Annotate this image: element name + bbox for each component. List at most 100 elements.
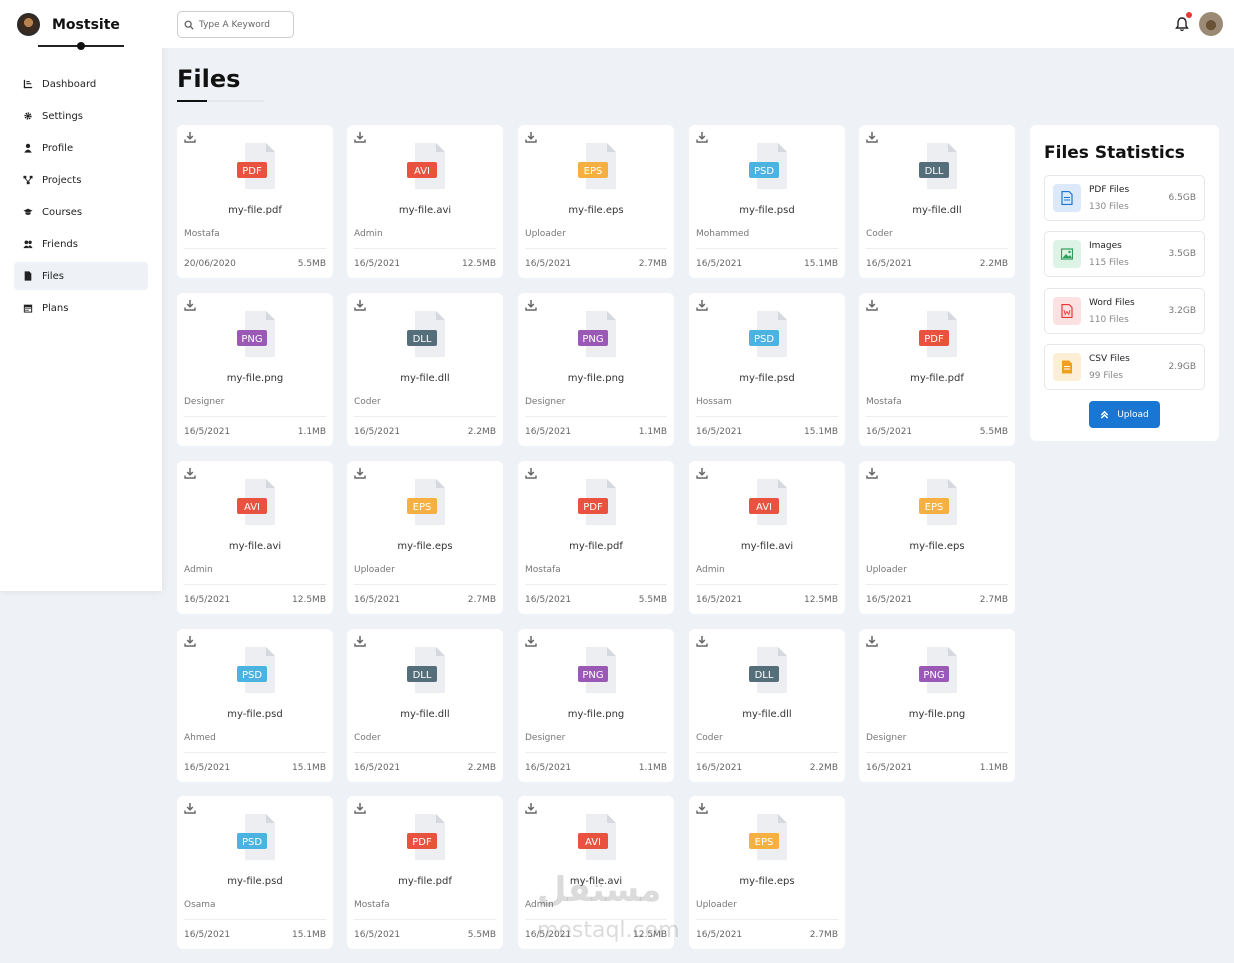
sidebar-item-label: Profile bbox=[42, 142, 74, 154]
file-card[interactable]: PSD my-file.psd Mohammed 16/5/2021 15.1MB bbox=[689, 125, 845, 278]
file-card[interactable]: DLL my-file.dll Coder 16/5/2021 2.2MB bbox=[859, 125, 1015, 278]
download-icon[interactable] bbox=[696, 802, 708, 814]
file-owner: Admin bbox=[354, 229, 383, 239]
file-card[interactable]: PSD my-file.psd Osama 16/5/2021 15.1MB bbox=[177, 796, 333, 949]
file-card[interactable]: PDF my-file.pdf Mostafa 16/5/2021 5.5MB bbox=[518, 461, 674, 614]
sidebar-item-courses[interactable]: Courses bbox=[14, 198, 148, 226]
file-date: 16/5/2021 bbox=[696, 259, 743, 269]
file-date: 16/5/2021 bbox=[184, 763, 231, 773]
file-card[interactable]: PDF my-file.pdf Mostafa 16/5/2021 5.5MB bbox=[859, 293, 1015, 446]
file-card[interactable]: AVI my-file.avi Admin 16/5/2021 12.5MB bbox=[347, 125, 503, 278]
stat-item[interactable]: PDF Files 130 Files 6.5GB bbox=[1044, 175, 1205, 221]
file-card[interactable]: PSD my-file.psd Hossam 16/5/2021 15.1MB bbox=[689, 293, 845, 446]
sidebar-item-label: Settings bbox=[42, 110, 84, 122]
svg-text:AVI: AVI bbox=[414, 166, 430, 177]
card-divider bbox=[525, 584, 667, 585]
search-input[interactable] bbox=[199, 19, 289, 30]
file-card[interactable]: PDF my-file.pdf Mostafa 20/06/2020 5.5MB bbox=[177, 125, 333, 278]
bell-icon[interactable] bbox=[1174, 16, 1190, 32]
svg-text:EPS: EPS bbox=[584, 166, 603, 177]
download-icon[interactable] bbox=[525, 131, 537, 143]
sidebar-item-settings[interactable]: Settings bbox=[14, 102, 148, 130]
file-card[interactable]: EPS my-file.eps Uploader 16/5/2021 2.7MB bbox=[518, 125, 674, 278]
files-statistics-panel: Files Statistics PDF Files 130 Files 6.5GB… bbox=[1030, 125, 1219, 441]
file-type-icon: AVI bbox=[407, 143, 445, 189]
search-box[interactable] bbox=[177, 11, 294, 38]
file-type-icon: PSD bbox=[237, 647, 275, 693]
file-size: 2.2MB bbox=[467, 763, 496, 773]
download-icon[interactable] bbox=[866, 131, 878, 143]
file-card[interactable]: DLL my-file.dll Coder 16/5/2021 2.2MB bbox=[347, 629, 503, 782]
stat-item[interactable]: Images 115 Files 3.5GB bbox=[1044, 231, 1205, 277]
download-icon[interactable] bbox=[184, 467, 196, 479]
sidebar-item-plans[interactable]: Plans bbox=[14, 294, 148, 322]
download-icon[interactable] bbox=[184, 299, 196, 311]
file-size: 5.5MB bbox=[638, 595, 667, 605]
file-date: 16/5/2021 bbox=[184, 930, 231, 940]
file-name: my-file.psd bbox=[227, 709, 283, 720]
upload-label: Upload bbox=[1117, 409, 1149, 420]
stat-item[interactable]: Word Files 110 Files 3.2GB bbox=[1044, 288, 1205, 334]
download-icon[interactable] bbox=[525, 299, 537, 311]
download-icon[interactable] bbox=[696, 131, 708, 143]
file-card[interactable]: PNG my-file.png Designer 16/5/2021 1.1MB bbox=[518, 629, 674, 782]
download-icon[interactable] bbox=[525, 802, 537, 814]
file-type-icon: AVI bbox=[749, 479, 787, 525]
download-icon[interactable] bbox=[866, 299, 878, 311]
card-divider bbox=[696, 248, 838, 249]
file-card[interactable]: EPS my-file.eps Uploader 16/5/2021 2.7MB bbox=[689, 796, 845, 949]
file-type-icon: DLL bbox=[749, 647, 787, 693]
sidebar-item-dashboard[interactable]: Dashboard bbox=[14, 70, 148, 98]
file-name: my-file.psd bbox=[739, 373, 795, 384]
download-icon[interactable] bbox=[354, 635, 366, 647]
stat-item[interactable]: CSV Files 99 Files 2.9GB bbox=[1044, 344, 1205, 390]
file-name: my-file.png bbox=[567, 709, 625, 720]
download-icon[interactable] bbox=[696, 299, 708, 311]
file-owner: Ahmed bbox=[184, 733, 216, 743]
upload-button[interactable]: Upload bbox=[1089, 401, 1160, 428]
file-card[interactable]: DLL my-file.dll Coder 16/5/2021 2.2MB bbox=[347, 293, 503, 446]
brand[interactable]: Mostsite bbox=[17, 13, 120, 36]
sidebar-item-files[interactable]: Files bbox=[14, 262, 148, 290]
download-icon[interactable] bbox=[354, 467, 366, 479]
file-name: my-file.avi bbox=[398, 205, 452, 216]
download-icon[interactable] bbox=[866, 467, 878, 479]
download-icon[interactable] bbox=[525, 467, 537, 479]
svg-text:PNG: PNG bbox=[582, 670, 603, 681]
svg-text:PDF: PDF bbox=[412, 837, 432, 848]
download-icon[interactable] bbox=[866, 635, 878, 647]
file-card[interactable]: EPS my-file.eps Uploader 16/5/2021 2.7MB bbox=[859, 461, 1015, 614]
download-icon[interactable] bbox=[184, 635, 196, 647]
file-card[interactable]: AVI my-file.avi Admin 16/5/2021 12.5MB bbox=[689, 461, 845, 614]
file-date: 16/5/2021 bbox=[696, 930, 743, 940]
file-card[interactable]: EPS my-file.eps Uploader 16/5/2021 2.7MB bbox=[347, 461, 503, 614]
sidebar-item-friends[interactable]: Friends bbox=[14, 230, 148, 258]
download-icon[interactable] bbox=[696, 635, 708, 647]
file-date: 16/5/2021 bbox=[866, 427, 913, 437]
sidebar-item-projects[interactable]: Projects bbox=[14, 166, 148, 194]
file-card[interactable]: PNG my-file.png Designer 16/5/2021 1.1MB bbox=[518, 293, 674, 446]
download-icon[interactable] bbox=[184, 131, 196, 143]
file-name: my-file.pdf bbox=[569, 541, 623, 552]
file-date: 16/5/2021 bbox=[354, 259, 401, 269]
svg-text:PDF: PDF bbox=[242, 166, 262, 177]
file-card[interactable]: PDF my-file.pdf Mostafa 16/5/2021 5.5MB bbox=[347, 796, 503, 949]
file-card[interactable]: DLL my-file.dll Coder 16/5/2021 2.2MB bbox=[689, 629, 845, 782]
file-card[interactable]: PNG my-file.png Designer 16/5/2021 1.1MB bbox=[177, 293, 333, 446]
stat-size: 3.5GB bbox=[1168, 249, 1196, 259]
user-avatar[interactable] bbox=[1199, 12, 1223, 36]
file-date: 20/06/2020 bbox=[184, 259, 236, 269]
file-date: 16/5/2021 bbox=[866, 259, 913, 269]
sidebar-item-profile[interactable]: Profile bbox=[14, 134, 148, 162]
file-date: 16/5/2021 bbox=[354, 763, 401, 773]
download-icon[interactable] bbox=[354, 299, 366, 311]
download-icon[interactable] bbox=[354, 802, 366, 814]
svg-text:PNG: PNG bbox=[923, 670, 944, 681]
file-card[interactable]: PNG my-file.png Designer 16/5/2021 1.1MB bbox=[859, 629, 1015, 782]
download-icon[interactable] bbox=[696, 467, 708, 479]
file-card[interactable]: PSD my-file.psd Ahmed 16/5/2021 15.1MB bbox=[177, 629, 333, 782]
download-icon[interactable] bbox=[184, 802, 196, 814]
file-card[interactable]: AVI my-file.avi Admin 16/5/2021 12.5MB bbox=[177, 461, 333, 614]
download-icon[interactable] bbox=[525, 635, 537, 647]
download-icon[interactable] bbox=[354, 131, 366, 143]
